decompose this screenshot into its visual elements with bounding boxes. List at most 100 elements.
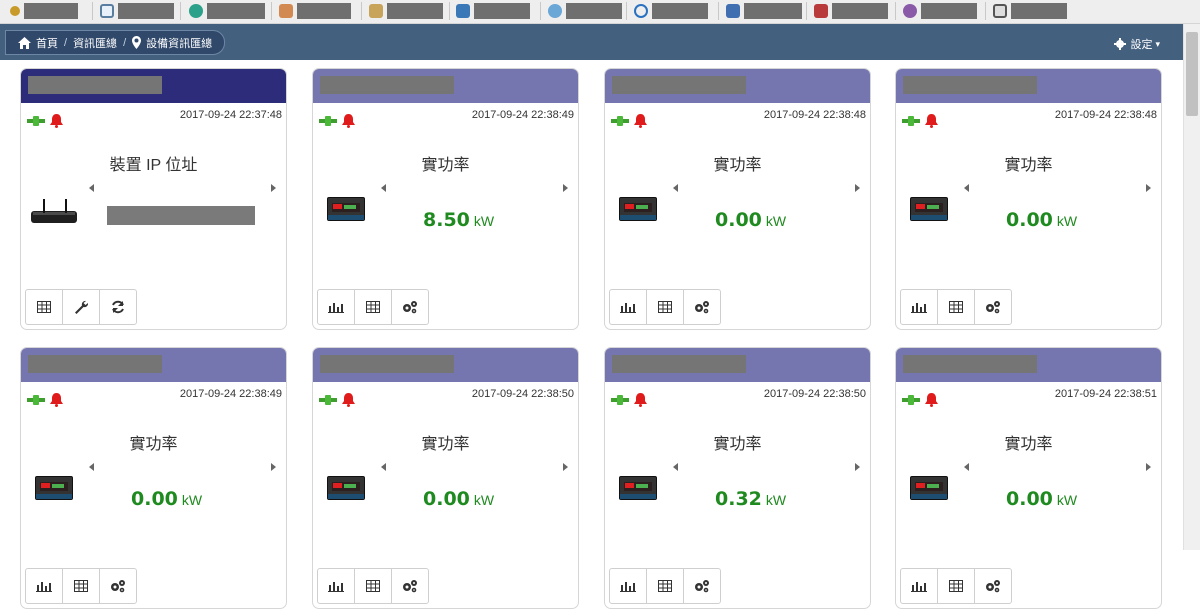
card-actions <box>25 289 137 325</box>
bar-chart-icon <box>911 303 927 313</box>
config-button[interactable] <box>974 568 1012 604</box>
prev-arrow-icon[interactable] <box>89 184 94 192</box>
toolbar-item-chart[interactable] <box>279 1 351 21</box>
next-arrow-icon[interactable] <box>271 463 276 471</box>
status-icons <box>902 114 938 128</box>
toolbar-item-report[interactable] <box>369 1 443 21</box>
alarm-bell-icon <box>634 114 647 128</box>
card-title <box>320 355 454 373</box>
power-unit: kW <box>181 492 203 508</box>
table-button[interactable] <box>937 568 975 604</box>
chart-button[interactable] <box>317 289 355 325</box>
chart-button[interactable] <box>900 568 938 604</box>
config-button[interactable] <box>99 568 137 604</box>
card-header[interactable] <box>896 348 1161 382</box>
prev-arrow-icon[interactable] <box>673 184 678 192</box>
next-arrow-icon[interactable] <box>855 184 860 192</box>
card-actions <box>900 289 1012 325</box>
next-arrow-icon[interactable] <box>271 184 276 192</box>
navbar: 首頁 / 資訊匯總 / 設備資訊匯總 設定 ▾ <box>0 24 1200 60</box>
device-card: 2017-09-24 22:38:50 實功率 0.00 kW <box>312 347 579 609</box>
prev-arrow-icon[interactable] <box>381 463 386 471</box>
card-actions <box>317 568 429 604</box>
card-header[interactable] <box>313 69 578 103</box>
table-button[interactable] <box>937 289 975 325</box>
chart-button[interactable] <box>900 289 938 325</box>
toolbar-item-monitor[interactable] <box>100 1 174 21</box>
config-button[interactable] <box>683 289 721 325</box>
config-button[interactable] <box>391 289 429 325</box>
config-button[interactable] <box>391 568 429 604</box>
table-button[interactable] <box>646 568 684 604</box>
toolbar-item-switch[interactable] <box>814 1 888 21</box>
card-header[interactable] <box>21 69 286 103</box>
settings-label: 設定 <box>1130 39 1153 51</box>
toolbar-item-status[interactable] <box>189 1 265 21</box>
gears-icon <box>695 580 709 593</box>
toolbar-item-screen[interactable] <box>993 1 1067 21</box>
table-button[interactable] <box>62 568 100 604</box>
power-value: 8.50 kW <box>423 209 494 231</box>
table-icon <box>949 301 963 313</box>
table-button[interactable] <box>646 289 684 325</box>
monitor-icon <box>100 4 114 18</box>
chart-button[interactable] <box>25 568 63 604</box>
next-arrow-icon[interactable] <box>1146 463 1151 471</box>
card-header[interactable] <box>896 69 1161 103</box>
toolbar-item-device[interactable] <box>456 1 530 21</box>
status-icons <box>611 393 647 407</box>
prev-arrow-icon[interactable] <box>964 463 969 471</box>
status-icons <box>902 393 938 407</box>
toolbar-item-link[interactable] <box>634 1 708 21</box>
gears-icon <box>986 301 1000 314</box>
power-meter-icon <box>327 476 365 500</box>
plug-connected-icon <box>611 395 629 405</box>
settings-dropdown[interactable]: 設定 ▾ <box>1114 36 1160 52</box>
vertical-scrollbar[interactable] <box>1183 24 1200 550</box>
refresh-button[interactable] <box>99 289 137 325</box>
card-header[interactable] <box>21 348 286 382</box>
prev-arrow-icon[interactable] <box>381 184 386 192</box>
chart-button[interactable] <box>609 289 647 325</box>
toolbar-item-storage[interactable] <box>548 1 622 21</box>
prev-arrow-icon[interactable] <box>673 463 678 471</box>
switch-icon <box>814 4 828 18</box>
config-button[interactable] <box>683 568 721 604</box>
breadcrumb-item-summary[interactable]: 資訊匯總 <box>73 35 117 51</box>
chart-button[interactable] <box>609 568 647 604</box>
table-button[interactable] <box>354 568 392 604</box>
bar-chart-icon <box>911 582 927 592</box>
chart-button[interactable] <box>317 568 355 604</box>
breadcrumb-separator: / <box>123 36 127 49</box>
breadcrumb-item-home[interactable]: 首頁 <box>36 35 58 51</box>
app-toolbar <box>0 0 1200 24</box>
card-header[interactable] <box>605 69 870 103</box>
table-button[interactable] <box>354 289 392 325</box>
next-arrow-icon[interactable] <box>855 463 860 471</box>
card-header[interactable] <box>605 348 870 382</box>
scrollbar-thumb[interactable] <box>1186 32 1198 116</box>
toolbar-item-settings[interactable] <box>903 1 977 21</box>
clipboard-icon <box>369 4 383 18</box>
power-value: 0.00 kW <box>715 209 786 231</box>
next-arrow-icon[interactable] <box>563 463 568 471</box>
card-title <box>903 355 1037 373</box>
alarm-bell-icon <box>50 393 63 407</box>
breadcrumb-separator: / <box>64 36 68 49</box>
power-unit: kW <box>1056 213 1078 229</box>
next-arrow-icon[interactable] <box>1146 184 1151 192</box>
toolbar-item-search[interactable] <box>10 1 78 21</box>
table-button[interactable] <box>25 289 63 325</box>
card-title <box>320 76 454 94</box>
next-arrow-icon[interactable] <box>563 184 568 192</box>
card-header[interactable] <box>313 348 578 382</box>
prev-arrow-icon[interactable] <box>964 184 969 192</box>
power-meter-icon <box>619 197 657 221</box>
toolbar-item-calendar[interactable] <box>726 1 802 21</box>
card-title <box>612 355 746 373</box>
settings-wrench-button[interactable] <box>62 289 100 325</box>
config-button[interactable] <box>974 289 1012 325</box>
prev-arrow-icon[interactable] <box>89 463 94 471</box>
status-icons <box>319 114 355 128</box>
power-unit: kW <box>765 213 787 229</box>
